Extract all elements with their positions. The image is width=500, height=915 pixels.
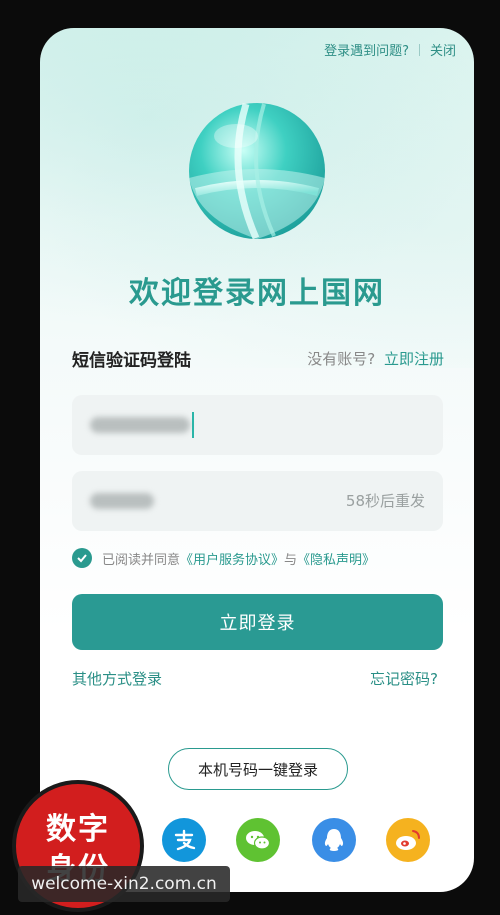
login-method-row: 短信验证码登陆 没有账号? 立即注册: [72, 346, 444, 371]
register-prompt: 没有账号? 立即注册: [307, 348, 444, 369]
blurred-phone-number: [90, 417, 190, 433]
wechat-icon[interactable]: [236, 818, 280, 862]
qq-icon[interactable]: [312, 818, 356, 862]
register-link[interactable]: 立即注册: [384, 350, 444, 368]
top-bar: 登录遇到问题? 关闭: [324, 40, 456, 59]
close-link[interactable]: 关闭: [430, 40, 456, 59]
agreement-checkbox[interactable]: [72, 548, 92, 568]
wechat-glyph: [246, 831, 271, 850]
qq-glyph: [324, 829, 344, 851]
one-key-login-button[interactable]: 本机号码一键登录: [168, 748, 348, 790]
login-help-link[interactable]: 登录遇到问题?: [324, 40, 409, 59]
blurred-sms-code: [90, 493, 154, 509]
text-cursor: [192, 412, 194, 438]
login-button[interactable]: 立即登录: [72, 594, 443, 650]
weibo-glyph: [396, 830, 420, 850]
agreement-prefix: 已阅读并同意: [102, 552, 181, 568]
sms-code-field[interactable]: 58秒后重发: [72, 471, 443, 531]
agreement-row: 已阅读并同意《用户服务协议》与《隐私声明》: [72, 548, 375, 568]
checkmark-icon: [77, 554, 87, 563]
phone-screen: 登录遇到问题? 关闭 欢迎登录网上国网 短信验证码登陆 没有账号? 立即注册 5…: [40, 28, 474, 892]
agreement-and: 与: [284, 552, 298, 568]
login-method-label: 短信验证码登陆: [72, 351, 191, 371]
other-login-link[interactable]: 其他方式登录: [72, 668, 162, 689]
resend-countdown[interactable]: 58秒后重发: [346, 490, 425, 511]
phone-number-field[interactable]: [72, 395, 443, 455]
privacy-link[interactable]: 《隐私声明》: [297, 553, 375, 568]
alipay-glyph: [174, 829, 196, 851]
divider: [418, 43, 420, 56]
terms-link[interactable]: 《用户服务协议》: [180, 553, 284, 568]
watermark-label: welcome-xin2.com.cn: [18, 866, 230, 902]
badge-text-line1: 数字: [46, 812, 110, 847]
page-title: 欢迎登录网上国网: [129, 276, 385, 311]
weibo-icon[interactable]: [386, 818, 430, 862]
alipay-icon[interactable]: [162, 818, 206, 862]
agreement-text: 已阅读并同意《用户服务协议》与《隐私声明》: [102, 549, 375, 568]
register-prompt-text: 没有账号?: [307, 350, 376, 368]
forgot-password-link[interactable]: 忘记密码?: [370, 668, 438, 689]
app-logo-icon: [189, 102, 325, 240]
